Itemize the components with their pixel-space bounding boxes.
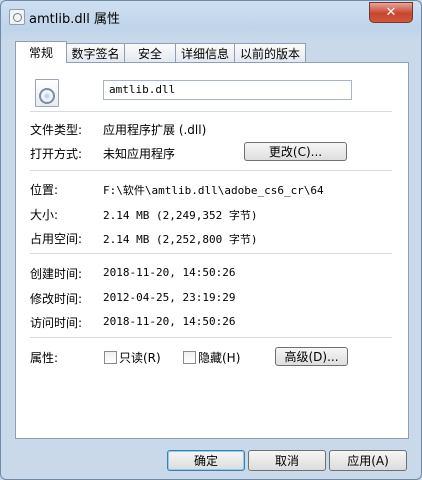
tab-previous-versions[interactable]: 以前的版本 [234, 43, 306, 62]
divider [30, 337, 392, 338]
cancel-button[interactable]: 取消 [248, 450, 326, 471]
readonly-checkbox[interactable] [104, 351, 117, 364]
tab-general[interactable]: 常规 [15, 41, 67, 63]
modified-value: 2012-04-25, 23:19:29 [103, 291, 236, 304]
file-name-input[interactable]: amtlib.dll [103, 80, 352, 100]
general-panel: amtlib.dll 文件类型: 应用程序扩展 (.dll) 打开方式: 未知应… [15, 62, 409, 439]
hidden-label[interactable]: 隐藏(H) [198, 349, 240, 366]
opens-with-label: 打开方式: [30, 147, 83, 161]
location-label: 位置: [30, 183, 59, 197]
file-type-label: 文件类型: [30, 123, 83, 137]
apply-button[interactable]: 应用(A) [329, 450, 407, 471]
size-label: 大小: [30, 208, 59, 222]
attributes-label: 属性: [30, 351, 59, 365]
size-on-disk-value: 2.14 MB (2,252,800 字节) [103, 233, 258, 246]
accessed-value: 2018-11-20, 14:50:26 [103, 315, 236, 328]
hidden-checkbox[interactable] [183, 351, 196, 364]
ok-button[interactable]: 确定 [167, 450, 245, 471]
dll-file-icon [35, 79, 59, 107]
readonly-label[interactable]: 只读(R) [119, 349, 161, 366]
close-button[interactable]: ✕ [369, 2, 413, 23]
location-value: F:\软件\amtlib.dll\adobe_cs6_cr\64 [103, 184, 324, 197]
divider [30, 253, 392, 254]
size-on-disk-label: 占用空间: [30, 232, 83, 246]
file-icon [9, 9, 25, 25]
properties-window: amtlib.dll 属性 ✕ 常规 数字签名 安全 详细信息 以前的版本 am… [0, 0, 422, 480]
divider [30, 170, 392, 171]
change-button[interactable]: 更改(C)... [244, 142, 347, 161]
modified-label: 修改时间: [30, 292, 83, 306]
divider [30, 111, 392, 112]
tab-details[interactable]: 详细信息 [175, 43, 235, 62]
file-type-value: 应用程序扩展 (.dll) [103, 123, 207, 137]
tab-security[interactable]: 安全 [124, 43, 176, 62]
title-bar[interactable]: amtlib.dll 属性 ✕ [1, 1, 421, 31]
accessed-label: 访问时间: [30, 316, 83, 330]
size-value: 2.14 MB (2,249,352 字节) [103, 209, 258, 222]
opens-with-value: 未知应用程序 [103, 147, 176, 161]
window-title: amtlib.dll 属性 [29, 12, 120, 27]
advanced-button[interactable]: 高级(D)... [275, 347, 348, 366]
tab-digital-signatures[interactable]: 数字签名 [66, 43, 125, 62]
created-label: 创建时间: [30, 267, 83, 281]
created-value: 2018-11-20, 14:50:26 [103, 266, 236, 279]
